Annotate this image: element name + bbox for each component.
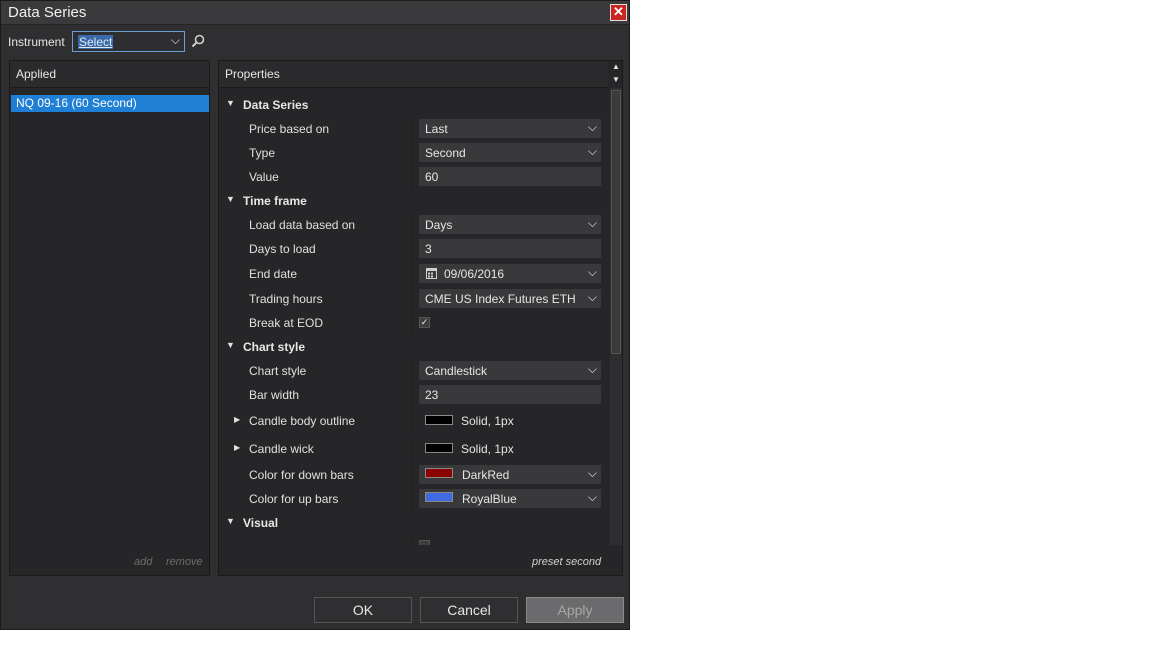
instrument-select[interactable]: Select ⌵ [72, 31, 185, 52]
instrument-label: Instrument [8, 35, 65, 49]
end-date-picker[interactable]: 09/06/2016 ⌵ [419, 264, 601, 283]
color-down-bars-select[interactable]: DarkRed ⌵ [419, 465, 601, 484]
row-trading-hours: Trading hours CME US Index Futures ETH ⌵ [219, 288, 608, 310]
section-chart-style[interactable]: ▼ Chart style [219, 336, 608, 358]
color-up-bars-select[interactable]: RoyalBlue ⌵ [419, 489, 601, 508]
add-link[interactable]: add [134, 556, 152, 568]
row-chart-style: Chart style Candlestick ⌵ [219, 360, 608, 382]
row-days-to-load: Days to load 3 [219, 238, 608, 260]
row-load-data-based-on: Load data based on Days ⌵ [219, 214, 608, 236]
preset-link[interactable]: preset second [532, 556, 601, 568]
row-value: Value 60 [219, 166, 608, 188]
chevron-down-icon: ⌵ [587, 362, 597, 376]
color-swatch [425, 415, 453, 425]
break-at-eod-checkbox[interactable]: ✓ [419, 317, 430, 328]
calendar-icon [426, 268, 437, 279]
visual-checkbox[interactable] [419, 540, 430, 545]
remove-link[interactable]: remove [166, 556, 203, 568]
price-based-on-select[interactable]: Last ⌵ [419, 119, 601, 138]
section-visual[interactable]: ▼ Visual [219, 512, 608, 534]
property-grid: ▼ Data Series Price based on Last ⌵ Type… [219, 88, 608, 545]
applied-panel: Applied NQ 09-16 (60 Second) add remove [9, 60, 210, 576]
row-end-date: End date 09/06/2016 ⌵ [219, 263, 608, 285]
row-color-down-bars: Color for down bars DarkRed ⌵ [219, 464, 608, 486]
chart-style-select[interactable]: Candlestick ⌵ [419, 361, 601, 380]
row-color-up-bars: Color for up bars RoyalBlue ⌵ [219, 488, 608, 510]
scroll-up-icon[interactable]: ▲ [610, 61, 622, 73]
row-visual-clipped [219, 536, 608, 545]
color-swatch [425, 468, 453, 478]
cancel-button[interactable]: Cancel [420, 597, 518, 623]
collapse-triangle-icon: ▼ [226, 194, 235, 204]
type-select[interactable]: Second ⌵ [419, 143, 601, 162]
instrument-value: Select [78, 35, 114, 49]
title-bar[interactable]: Data Series ✕ [1, 1, 629, 25]
collapse-triangle-icon: ▼ [226, 340, 235, 350]
expand-triangle-icon[interactable]: ▶ [234, 415, 240, 424]
expand-triangle-icon[interactable]: ▶ [234, 443, 240, 452]
value-input[interactable]: 60 [419, 167, 601, 186]
chevron-down-icon: ⌵ [587, 120, 597, 134]
applied-header: Applied [10, 61, 209, 88]
chevron-down-icon: ⌵ [170, 33, 180, 47]
collapse-triangle-icon: ▼ [226, 516, 235, 526]
row-bar-width: Bar width 23 [219, 384, 608, 406]
close-icon[interactable]: ✕ [610, 4, 627, 21]
row-candle-wick[interactable]: ▶ Candle wick Solid, 1px [219, 438, 608, 460]
row-candle-body-outline[interactable]: ▶ Candle body outline Solid, 1px [219, 410, 608, 432]
color-swatch [425, 492, 453, 502]
trading-hours-select[interactable]: CME US Index Futures ETH ⌵ [419, 289, 601, 308]
scroll-down-icon[interactable]: ▼ [610, 74, 622, 86]
row-type: Type Second ⌵ [219, 142, 608, 164]
section-time-frame[interactable]: ▼ Time frame [219, 190, 608, 212]
apply-button[interactable]: Apply [526, 597, 624, 623]
section-data-series[interactable]: ▼ Data Series [219, 94, 608, 116]
applied-list-item[interactable]: NQ 09-16 (60 Second) [11, 95, 209, 112]
row-break-at-eod: Break at EOD ✓ [219, 312, 608, 334]
collapse-triangle-icon: ▼ [226, 98, 235, 108]
chevron-down-icon: ⌵ [587, 265, 597, 279]
color-swatch [425, 443, 453, 453]
properties-panel: Properties ▲ ▼ ▼ Data Series Price based… [218, 60, 623, 576]
properties-header: Properties [219, 61, 608, 88]
load-data-based-on-select[interactable]: Days ⌵ [419, 215, 601, 234]
search-icon[interactable] [190, 33, 206, 49]
chevron-down-icon: ⌵ [587, 216, 597, 230]
vertical-scrollbar[interactable] [610, 88, 622, 545]
ok-button[interactable]: OK [314, 597, 412, 623]
window-title: Data Series [8, 4, 87, 21]
bar-width-input[interactable]: 23 [419, 385, 601, 404]
data-series-dialog: Data Series ✕ Instrument Select ⌵ Applie… [0, 0, 630, 630]
days-to-load-input[interactable]: 3 [419, 239, 601, 258]
row-price-based-on: Price based on Last ⌵ [219, 118, 608, 140]
chevron-down-icon: ⌵ [587, 290, 597, 304]
chevron-down-icon: ⌵ [587, 490, 597, 504]
chevron-down-icon: ⌵ [587, 466, 597, 480]
scrollbar-thumb[interactable] [611, 90, 621, 354]
chevron-down-icon: ⌵ [587, 144, 597, 158]
